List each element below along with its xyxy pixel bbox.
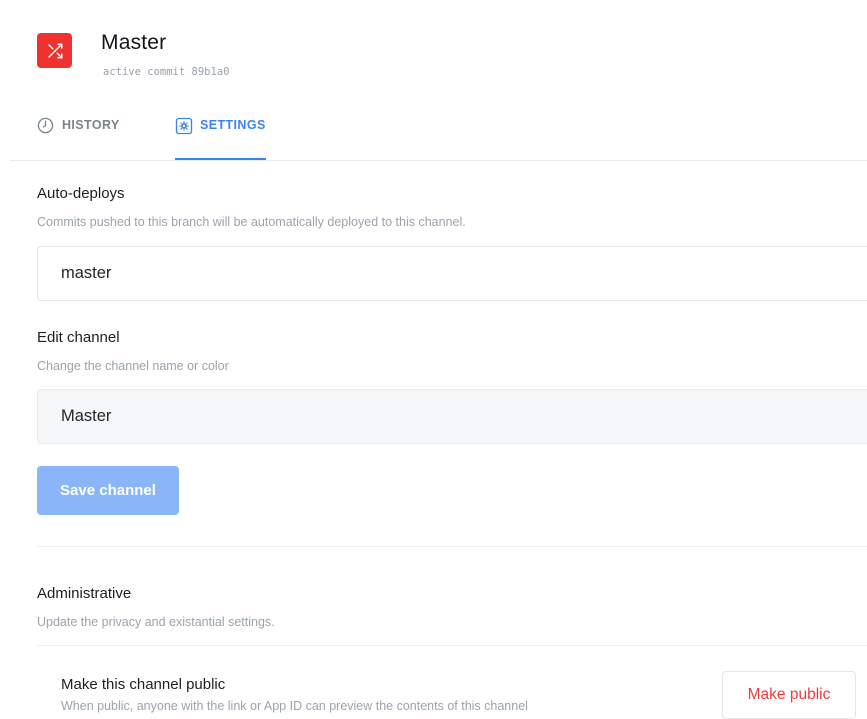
administrative-title: Administrative	[37, 585, 132, 602]
edit-channel-title: Edit channel	[37, 329, 120, 346]
edit-channel-description: Change the channel name or color	[37, 359, 229, 373]
shuffle-icon	[37, 33, 72, 68]
admin-divider	[37, 645, 867, 646]
channel-header: Master active commit 89b1a0	[37, 28, 857, 88]
page-title: Master	[101, 31, 167, 54]
gear-icon	[175, 117, 193, 135]
tab-settings-label: SETTINGS	[200, 118, 266, 132]
make-public-title: Make this channel public	[61, 676, 226, 693]
clock-icon	[37, 117, 55, 135]
administrative-description: Update the privacy and existantial setti…	[37, 615, 275, 629]
auto-deploys-title: Auto-deploys	[37, 185, 125, 202]
channel-name-value: Master	[61, 407, 112, 425]
make-public-description: When public, anyone with the link or App…	[61, 699, 528, 713]
section-divider	[37, 546, 867, 547]
auto-deploy-branch-input[interactable]: master	[37, 246, 867, 301]
auto-deploys-description: Commits pushed to this branch will be au…	[37, 215, 466, 229]
auto-deploy-branch-value: master	[61, 264, 112, 282]
tab-history-label: HISTORY	[62, 118, 120, 132]
tab-settings[interactable]: SETTINGS	[175, 117, 266, 160]
channel-name-input[interactable]: Master	[37, 389, 867, 444]
tab-history[interactable]: HISTORY	[37, 117, 120, 160]
make-public-button[interactable]: Make public	[722, 671, 856, 719]
active-commit-text: active commit 89b1a0	[103, 66, 230, 78]
save-channel-button[interactable]: Save channel	[37, 466, 179, 515]
tab-divider	[10, 160, 867, 161]
